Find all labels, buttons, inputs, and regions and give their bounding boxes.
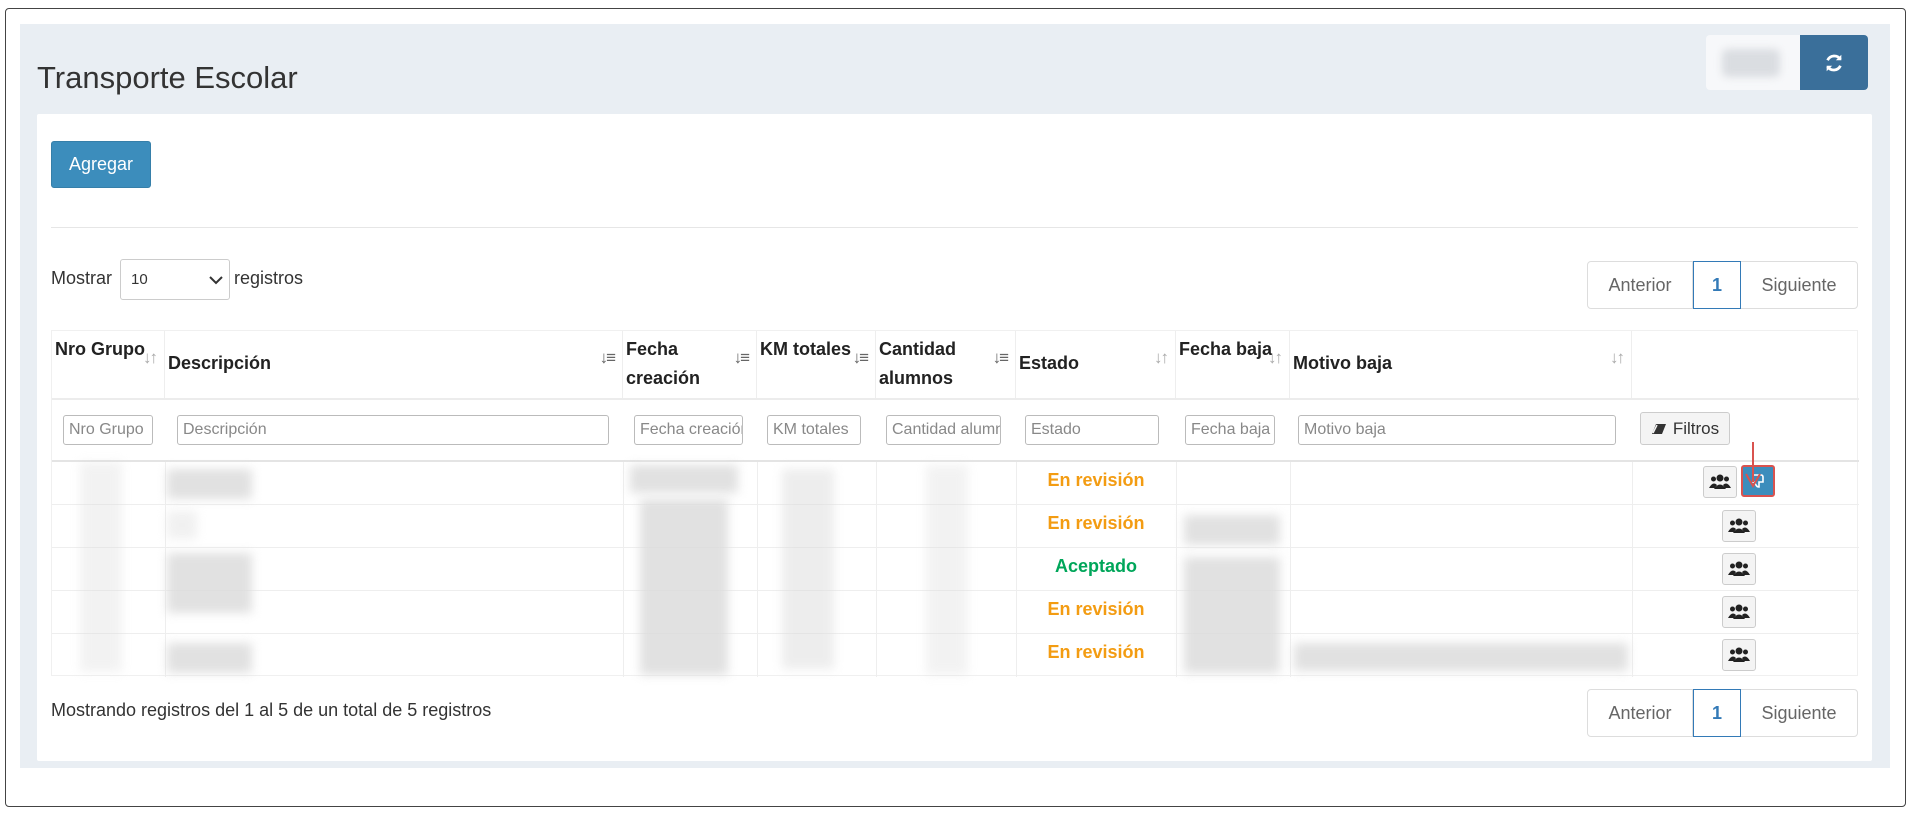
page-title: Transporte Escolar: [37, 60, 298, 95]
pagination-page-1[interactable]: 1: [1693, 261, 1741, 309]
filter-fecha-baja[interactable]: Fecha baja: [1185, 415, 1275, 445]
pagination-page-1[interactable]: 1: [1693, 689, 1741, 737]
arrow-down-icon: [1745, 442, 1761, 488]
col-header-descripcion[interactable]: Descripción ↓≡: [165, 331, 623, 398]
status-badge: En revisión: [1047, 642, 1145, 662]
card-divider: [51, 227, 1858, 228]
redacted-fecha-creacion: [640, 499, 728, 675]
data-table: Nro Grupo ↓↑ Descripción ↓≡ Fecha creaci…: [51, 330, 1859, 677]
status-badge: En revisión: [1047, 513, 1145, 533]
pagination-bottom: Anterior 1 Siguiente: [1587, 689, 1858, 737]
redacted-descripcion: [167, 469, 252, 499]
length-suffix: registros: [234, 268, 304, 288]
filter-nro-grupo[interactable]: Nro Grupo: [63, 415, 153, 445]
status-badge: En revisión: [1047, 599, 1145, 619]
main-card: Agregar Mostrar 10 registros Anterior 1 …: [37, 114, 1872, 761]
filter-motivo-baja[interactable]: Motivo baja: [1298, 415, 1616, 445]
users-button[interactable]: [1722, 596, 1756, 628]
users-icon: [1728, 647, 1750, 662]
col-header-estado[interactable]: Estado ↓↑: [1016, 331, 1176, 398]
pagination-prev[interactable]: Anterior: [1588, 690, 1693, 736]
redacted-descripcion: [167, 553, 252, 613]
sort-icon: ↓↑: [1268, 348, 1283, 367]
filter-cantidad-alumnos[interactable]: Cantidad alumnos: [886, 415, 1001, 445]
users-icon: [1728, 561, 1750, 576]
column-divider: [623, 462, 624, 677]
users-icon: [1728, 604, 1750, 619]
length-select[interactable]: 10: [120, 259, 230, 300]
sort-icon: ↓↑: [1154, 348, 1169, 367]
users-button[interactable]: [1722, 510, 1756, 542]
redacted-cantidad-alumnos: [926, 465, 968, 675]
length-select-value: 10: [131, 271, 148, 288]
users-button[interactable]: [1722, 553, 1756, 585]
users-button[interactable]: [1722, 639, 1756, 671]
filter-estado[interactable]: Estado: [1025, 415, 1159, 445]
pagination-next[interactable]: Siguiente: [1741, 690, 1857, 736]
eraser-icon: [1651, 423, 1666, 434]
pagination-top: Anterior 1 Siguiente: [1587, 261, 1858, 309]
column-divider: [1016, 462, 1017, 677]
redacted-fecha-creacion: [630, 465, 738, 493]
redacted-descripcion: [167, 511, 197, 539]
col-header-nro-grupo[interactable]: Nro Grupo ↓↑: [52, 331, 165, 398]
column-divider: [1176, 462, 1177, 677]
sort-desc-icon: ↓≡: [733, 348, 750, 367]
users-icon: [1728, 518, 1750, 533]
sort-desc-icon: ↓≡: [599, 348, 616, 367]
status-badge: En revisión: [1047, 470, 1145, 490]
redacted-fecha-baja: [1184, 515, 1280, 545]
redacted-motivo-baja: [1294, 643, 1628, 671]
filter-row: Nro Grupo Descripción Fecha creación KM …: [52, 400, 1859, 460]
filter-fecha-creacion[interactable]: Fecha creación: [634, 415, 743, 445]
redacted-descripcion: [167, 643, 252, 673]
column-divider: [1632, 462, 1633, 677]
pagination-prev[interactable]: Anterior: [1588, 262, 1693, 308]
redacted-nro-grupo: [80, 462, 122, 672]
filter-descripcion[interactable]: Descripción: [177, 415, 609, 445]
col-header-fecha-baja[interactable]: Fecha baja ↓↑: [1176, 331, 1290, 398]
col-header-fecha-creacion[interactable]: Fecha creación ↓≡: [623, 331, 757, 398]
add-button[interactable]: Agregar: [51, 141, 151, 188]
top-right-toolbar: [1706, 35, 1868, 90]
table-info: Mostrando registros del 1 al 5 de un tot…: [51, 700, 492, 720]
refresh-button[interactable]: [1800, 35, 1868, 90]
sort-desc-icon: ↓≡: [992, 348, 1009, 367]
filters-button[interactable]: Filtros: [1640, 412, 1730, 445]
col-header-motivo-baja[interactable]: Motivo baja ↓↑: [1290, 331, 1632, 398]
sort-icon: ↓↑: [143, 348, 158, 367]
column-divider: [1290, 462, 1291, 677]
column-divider: [757, 462, 758, 677]
column-divider: [876, 462, 877, 677]
sort-icon: ↓↑: [1610, 348, 1625, 367]
filter-km-totales[interactable]: KM totales: [767, 415, 861, 445]
users-button[interactable]: [1703, 466, 1737, 498]
blurred-info-chip: [1722, 49, 1780, 77]
chevron-down-icon: [209, 275, 223, 284]
col-header-cantidad-alumnos[interactable]: Cantidad alumnos ↓≡: [876, 331, 1016, 398]
redacted-fecha-baja: [1184, 557, 1280, 673]
pagination-next[interactable]: Siguiente: [1741, 262, 1857, 308]
redacted-km-totales: [782, 469, 834, 669]
col-header-km-totales[interactable]: KM totales ↓≡: [757, 331, 876, 398]
column-divider: [165, 462, 166, 677]
users-icon: [1709, 474, 1731, 489]
status-badge: Aceptado: [1054, 556, 1137, 576]
col-header-actions: [1632, 331, 1859, 398]
refresh-icon: [1826, 54, 1842, 71]
sort-desc-icon: ↓≡: [852, 348, 869, 367]
length-prefix: Mostrar: [51, 268, 113, 288]
